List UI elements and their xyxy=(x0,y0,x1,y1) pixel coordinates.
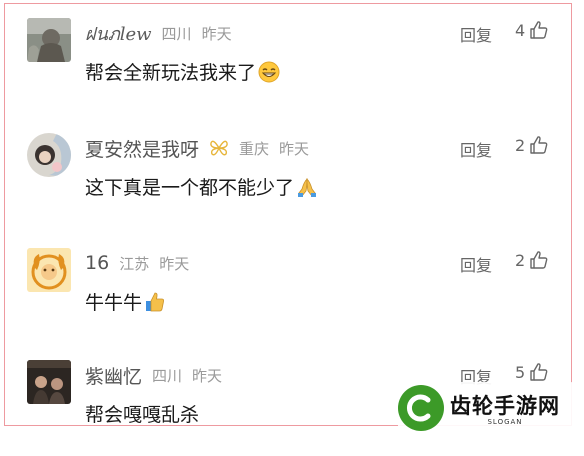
grin-emoji-icon xyxy=(258,61,280,83)
username[interactable]: ฝนภlew xyxy=(85,19,152,48)
comment-item: 16 江苏 昨天 牛牛牛 回复 2 xyxy=(5,234,571,344)
like-button[interactable]: 2 xyxy=(515,135,549,155)
location: 江苏 xyxy=(119,254,150,273)
reply-button[interactable]: 回复 xyxy=(460,22,492,46)
comment-body: 牛牛牛 xyxy=(85,288,166,315)
comment-item: ฝนภlew 四川 昨天 帮会全新玩法我来了 回复 4 xyxy=(5,4,571,114)
comment-meta: ฝนภlew 四川 昨天 xyxy=(85,20,232,46)
comment-body: 帮会嘎嘎乱杀 xyxy=(85,400,199,427)
comment-body: 这下真是一个都不能少了 xyxy=(85,173,318,200)
comment-text: 帮会全新玩法我来了 xyxy=(85,62,257,84)
like-count: 2 xyxy=(515,135,526,155)
like-count: 5 xyxy=(515,362,526,382)
like-count: 2 xyxy=(515,250,526,270)
butterfly-badge-icon xyxy=(209,139,229,157)
thumbs-up-icon xyxy=(529,362,549,382)
comment-text: 帮会嘎嘎乱杀 xyxy=(85,404,200,426)
location: 四川 xyxy=(161,24,192,43)
username[interactable]: 夏安然是我呀 xyxy=(85,135,199,162)
timestamp: 昨天 xyxy=(192,366,223,385)
reply-button[interactable]: 回复 xyxy=(460,137,492,161)
reply-button[interactable]: 回复 xyxy=(460,252,492,276)
watermark-logo-icon xyxy=(398,385,444,431)
comment-list: ฝนภlew 四川 昨天 帮会全新玩法我来了 回复 4 夏安然是我呀 重庆 昨天… xyxy=(4,3,572,426)
timestamp: 昨天 xyxy=(159,254,190,273)
watermark-text: 齿轮手游网 SLOGAN xyxy=(450,390,560,426)
avatar[interactable] xyxy=(27,133,71,177)
like-button[interactable]: 2 xyxy=(515,250,549,270)
avatar[interactable] xyxy=(27,360,71,404)
like-count: 4 xyxy=(515,20,526,40)
timestamp: 昨天 xyxy=(279,139,310,158)
avatar[interactable] xyxy=(27,248,71,292)
avatar[interactable] xyxy=(27,18,71,62)
comment-meta: 紫幽忆 四川 昨天 xyxy=(85,362,222,388)
comment-text: 牛牛牛 xyxy=(85,292,143,314)
like-button[interactable]: 5 xyxy=(515,362,549,382)
username[interactable]: 紫幽忆 xyxy=(85,362,142,389)
thumbs-up-icon xyxy=(529,20,549,40)
thumbs-up-emoji-icon xyxy=(144,291,166,313)
like-button[interactable]: 4 xyxy=(515,20,549,40)
comment-meta: 夏安然是我呀 重庆 昨天 xyxy=(85,135,309,161)
watermark-title: 齿轮手游网 xyxy=(450,394,560,418)
thumbs-up-icon xyxy=(529,250,549,270)
comment-body: 帮会全新玩法我来了 xyxy=(85,58,280,85)
pray-emoji-icon xyxy=(296,176,318,198)
watermark-subtitle: SLOGAN xyxy=(487,418,523,426)
thumbs-up-icon xyxy=(529,135,549,155)
location: 四川 xyxy=(152,366,183,385)
comment-meta: 16 江苏 昨天 xyxy=(85,250,189,276)
username[interactable]: 16 xyxy=(85,252,109,274)
comment-text: 这下真是一个都不能少了 xyxy=(85,177,295,199)
comment-item: 夏安然是我呀 重庆 昨天 这下真是一个都不能少了 回复 2 xyxy=(5,119,571,229)
site-watermark: 齿轮手游网 SLOGAN xyxy=(398,382,578,434)
location: 重庆 xyxy=(239,139,270,158)
timestamp: 昨天 xyxy=(201,24,232,43)
